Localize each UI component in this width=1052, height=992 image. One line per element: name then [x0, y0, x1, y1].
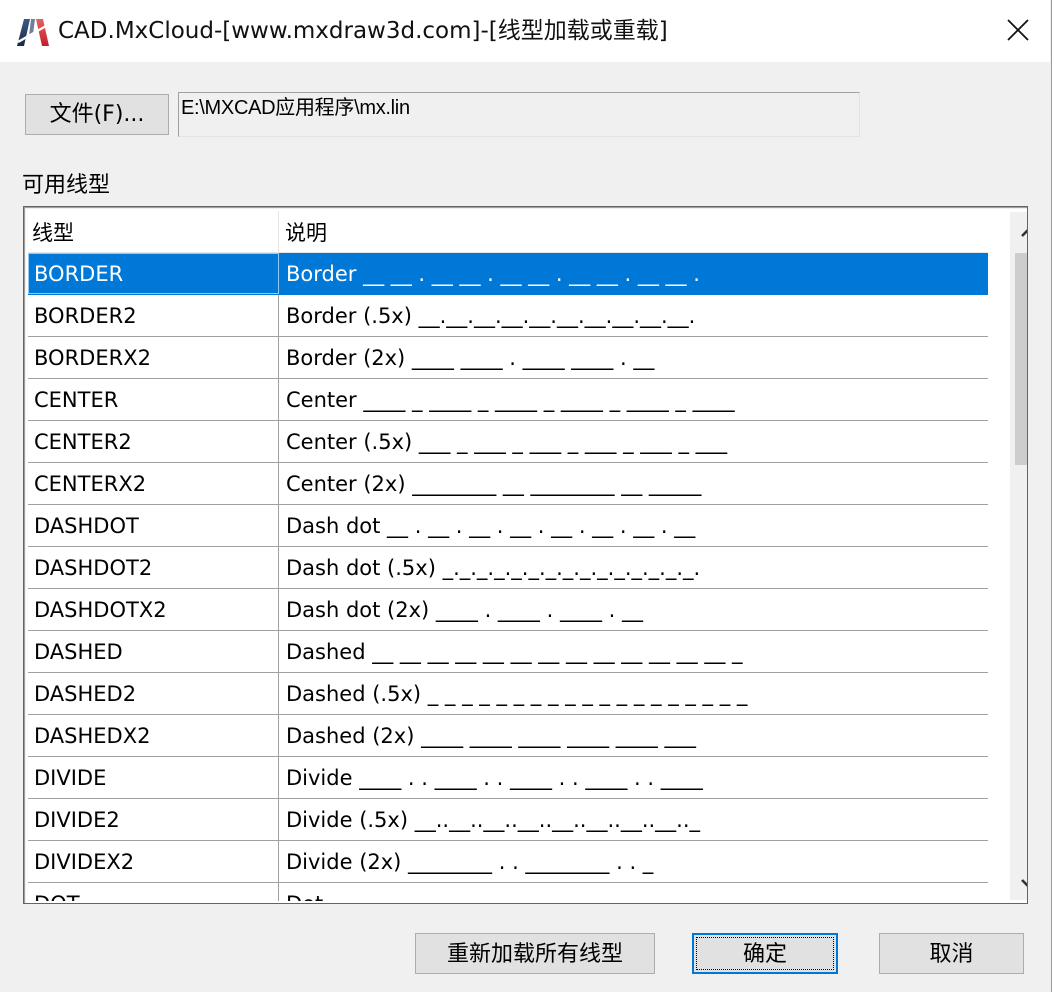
chevron-up-icon — [1020, 223, 1027, 242]
linetype-description: Dashed (2x) ____ ____ ____ ____ ____ ___ — [286, 724, 696, 748]
linetype-name: CENTER — [28, 379, 279, 420]
close-icon — [1007, 19, 1029, 45]
linetype-name: DASHED — [28, 631, 279, 672]
linetype-row[interactable]: DASHDOT2 Dash dot (.5x) _._._._._._._._._… — [28, 547, 988, 589]
linetype-name: DIVIDE — [28, 757, 279, 798]
focus-rectangle — [696, 937, 834, 970]
linetype-row[interactable]: BORDERX2 Border (2x) ____ ____ . ____ ___… — [28, 337, 988, 379]
chevron-down-icon — [1020, 873, 1027, 892]
column-header-linetype[interactable]: 线型 — [28, 211, 279, 253]
scroll-up-button[interactable] — [1010, 214, 1027, 250]
linetype-name: DOT — [28, 883, 279, 901]
linetype-name: DIVIDEX2 — [28, 841, 279, 882]
window-title: CAD.MxCloud-[www.mxdraw3d.com]-[线型加载或重载] — [58, 18, 668, 44]
linetype-row[interactable]: BORDER Border __ __ . __ __ . __ __ . __ … — [28, 253, 988, 295]
linetype-row[interactable]: CENTERX2 Center (2x) ________ __ ________… — [28, 463, 988, 505]
linetype-name: CENTER2 — [28, 421, 279, 462]
file-browse-button[interactable]: 文件(F)... — [25, 94, 169, 135]
linetype-name: DIVIDE2 — [28, 799, 279, 840]
linetype-row[interactable]: DASHDOT Dash dot __ . __ . __ . __ . __ .… — [28, 505, 988, 547]
linetype-row[interactable]: DASHED2 Dashed (.5x) _ _ _ _ _ _ _ _ _ _ … — [28, 673, 988, 715]
linetype-description: Divide ____ . . ____ . . ____ . . ____ .… — [286, 766, 703, 790]
linetype-row[interactable]: DIVIDEX2 Divide (2x) ________ . . _______… — [28, 841, 988, 883]
close-button[interactable] — [990, 10, 1046, 54]
linetype-name: BORDERX2 — [28, 337, 279, 378]
linetype-row[interactable]: DASHDOTX2 Dash dot (2x) ____ . ____ . ___… — [28, 589, 988, 631]
scroll-thumb[interactable] — [1015, 253, 1027, 465]
linetype-description: Border __ __ . __ __ . __ __ . __ __ . _… — [286, 262, 700, 286]
linetype-description: Border (2x) ____ ____ . ____ ____ . __ — [286, 346, 655, 370]
title-bar: CAD.MxCloud-[www.mxdraw3d.com]-[线型加载或重载] — [0, 0, 1050, 62]
linetype-description: Dot . . . . . . . . . . . . . . . . . . … — [279, 883, 988, 901]
vertical-scrollbar[interactable] — [1010, 212, 1027, 900]
linetype-name: DASHEDX2 — [28, 715, 279, 756]
linetype-description: Center (2x) ________ __ ________ __ ____… — [286, 472, 702, 496]
list-header: 线型 说明 — [28, 211, 988, 253]
linetype-row[interactable]: DIVIDE2 Divide (.5x) __..__..__..__..__..… — [28, 799, 988, 841]
mxcad-logo-icon — [16, 16, 50, 48]
linetype-description: Dashed __ __ __ __ __ __ __ __ __ __ __ … — [286, 640, 743, 664]
linetype-row[interactable]: DASHED Dashed __ __ __ __ __ __ __ __ __ … — [28, 631, 988, 673]
cancel-button[interactable]: 取消 — [879, 933, 1024, 974]
linetype-name: DASHDOT — [28, 505, 279, 546]
column-header-description[interactable]: 说明 — [279, 211, 988, 253]
list-rows: BORDER Border __ __ . __ __ . __ __ . __ … — [28, 253, 988, 901]
linetype-description: Dash dot __ . __ . __ . __ . __ . __ . _… — [286, 514, 696, 538]
linetype-row[interactable]: CENTER Center ____ _ ____ _ ____ _ ____ _… — [28, 379, 988, 421]
linetype-description: Border (.5x) __.__.__.__.__.__.__.__.__.… — [286, 304, 696, 328]
scroll-down-button[interactable] — [1010, 864, 1027, 900]
available-linetypes-label: 可用线型 — [22, 173, 111, 198]
linetype-description: Center ____ _ ____ _ ____ _ ____ _ ____ … — [286, 388, 735, 412]
linetype-name: BORDER — [28, 253, 279, 294]
linetype-load-dialog: CAD.MxCloud-[www.mxdraw3d.com]-[线型加载或重载]… — [0, 0, 1052, 992]
linetype-description: Dash dot (.5x) _._._._._._._._._._._._._… — [286, 556, 701, 580]
linetype-row[interactable]: DOTDot . . . . . . . . . . . . . . . . .… — [28, 883, 988, 901]
linetype-row[interactable]: DASHEDX2 Dashed (2x) ____ ____ ____ ____ … — [28, 715, 988, 757]
linetype-name: CENTERX2 — [28, 463, 279, 504]
linetype-description: Dashed (.5x) _ _ _ _ _ _ _ _ _ _ _ _ _ _… — [286, 682, 748, 706]
linetype-row[interactable]: DIVIDE Divide ____ . . ____ . . ____ . . … — [28, 757, 988, 799]
linetype-name: DASHDOTX2 — [28, 589, 279, 630]
linetype-list-viewport: 线型 说明 BORDER Border __ __ . __ __ . __ __… — [28, 211, 988, 901]
reload-all-linetypes-button[interactable]: 重新加载所有线型 — [415, 933, 655, 974]
linetype-list[interactable]: 线型 说明 BORDER Border __ __ . __ __ . __ __… — [23, 206, 1028, 904]
linetype-name: BORDER2 — [28, 295, 279, 336]
linetype-description: Center (.5x) ___ _ ___ _ ___ _ ___ _ ___… — [286, 430, 728, 454]
file-path-field[interactable]: E:\MXCAD应用程序\mx.lin — [178, 92, 860, 137]
linetype-description: Dash dot (2x) ____ . ____ . ____ . __ — [286, 598, 643, 622]
linetype-description: Divide (.5x) __..__..__..__..__..__..__.… — [286, 808, 701, 832]
linetype-row[interactable]: CENTER2 Center (.5x) ___ _ ___ _ ___ _ __… — [28, 421, 988, 463]
linetype-name: DASHDOT2 — [28, 547, 279, 588]
ok-button[interactable]: 确定 — [692, 933, 838, 974]
linetype-description: Divide (2x) ________ . . ________ . . _ — [286, 850, 654, 874]
linetype-row[interactable]: BORDER2 Border (.5x) __.__.__.__.__.__.__… — [28, 295, 988, 337]
linetype-name: DASHED2 — [28, 673, 279, 714]
